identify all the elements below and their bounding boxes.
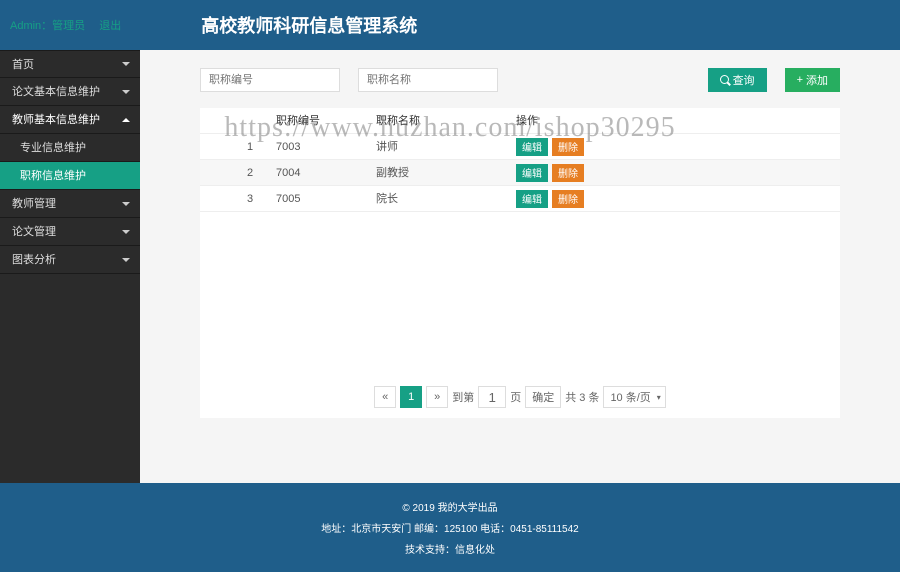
search-icon (720, 75, 730, 85)
th-name: 职称名称 (370, 108, 510, 133)
chevron-down-icon (122, 258, 130, 262)
nav-teacher-mgmt[interactable]: 教师管理 (0, 190, 140, 218)
pager-per-select[interactable]: 10 条/页 (603, 386, 665, 408)
logout-link[interactable]: 退出 (99, 20, 121, 32)
add-button[interactable]: +添加 (785, 68, 840, 92)
table-row: 2 7004 副教授 编辑 删除 (200, 160, 840, 186)
table-card: 职称编号 职称名称 操作 1 7003 讲师 编辑 删除 2 7004 副教授 … (200, 108, 840, 418)
nav-teacher-base[interactable]: 教师基本信息维护 (0, 106, 140, 134)
nav-major[interactable]: 专业信息维护 (0, 134, 140, 162)
pager-unit: 页 (510, 389, 521, 405)
search-button[interactable]: 查询 (708, 68, 767, 92)
chevron-down-icon (122, 230, 130, 234)
table-row: 3 7005 院长 编辑 删除 (200, 186, 840, 212)
delete-button[interactable]: 删除 (552, 190, 584, 208)
th-op: 操作 (510, 108, 610, 133)
nav-paper-base[interactable]: 论文基本信息维护 (0, 78, 140, 106)
nav-chart[interactable]: 图表分析 (0, 246, 140, 274)
edit-button[interactable]: 编辑 (516, 190, 548, 208)
footer: © 2019 我的大学出品 地址：北京市天安门 邮编：125100 电话：045… (0, 483, 900, 572)
sidebar: 首页 论文基本信息维护 教师基本信息维护 专业信息维护 职称信息维护 教师管理 … (0, 50, 140, 483)
footer-support[interactable]: 技术支持：信息化处 (405, 545, 495, 556)
pager-next[interactable]: » (426, 386, 448, 408)
footer-address: 地址：北京市天安门 邮编：125100 电话：0451-85111542 (321, 520, 579, 535)
nav-paper-mgmt[interactable]: 论文管理 (0, 218, 140, 246)
edit-button[interactable]: 编辑 (516, 138, 548, 156)
nav-title-maint[interactable]: 职称信息维护 (0, 162, 140, 190)
name-input[interactable] (358, 68, 498, 92)
chevron-up-icon (122, 118, 130, 122)
pager-to-label: 到第 (452, 389, 474, 405)
chevron-down-icon (122, 202, 130, 206)
table-header: 职称编号 职称名称 操作 (200, 108, 840, 134)
pager-total: 共 3 条 (565, 389, 599, 405)
nav-home[interactable]: 首页 (0, 50, 140, 78)
delete-button[interactable]: 删除 (552, 138, 584, 156)
chevron-down-icon (122, 62, 130, 66)
delete-button[interactable]: 删除 (552, 164, 584, 182)
search-bar: 查询 +添加 (200, 68, 840, 92)
chevron-down-icon (122, 90, 130, 94)
pager-confirm[interactable]: 确定 (525, 386, 561, 408)
edit-button[interactable]: 编辑 (516, 164, 548, 182)
admin-link[interactable]: Admin：管理员 (10, 20, 85, 32)
pager-page-input[interactable] (478, 386, 506, 408)
app-title: 高校教师科研信息管理系统 (201, 12, 417, 38)
table-row: 1 7003 讲师 编辑 删除 (200, 134, 840, 160)
pager-prev[interactable]: « (374, 386, 396, 408)
plus-icon: + (797, 74, 803, 86)
pager: « 1 » 到第 页 确定 共 3 条 10 条/页 (200, 386, 840, 408)
code-input[interactable] (200, 68, 340, 92)
th-code: 职称编号 (270, 108, 370, 133)
pager-page[interactable]: 1 (400, 386, 422, 408)
footer-copyright: © 2019 我的大学出品 (402, 499, 497, 514)
